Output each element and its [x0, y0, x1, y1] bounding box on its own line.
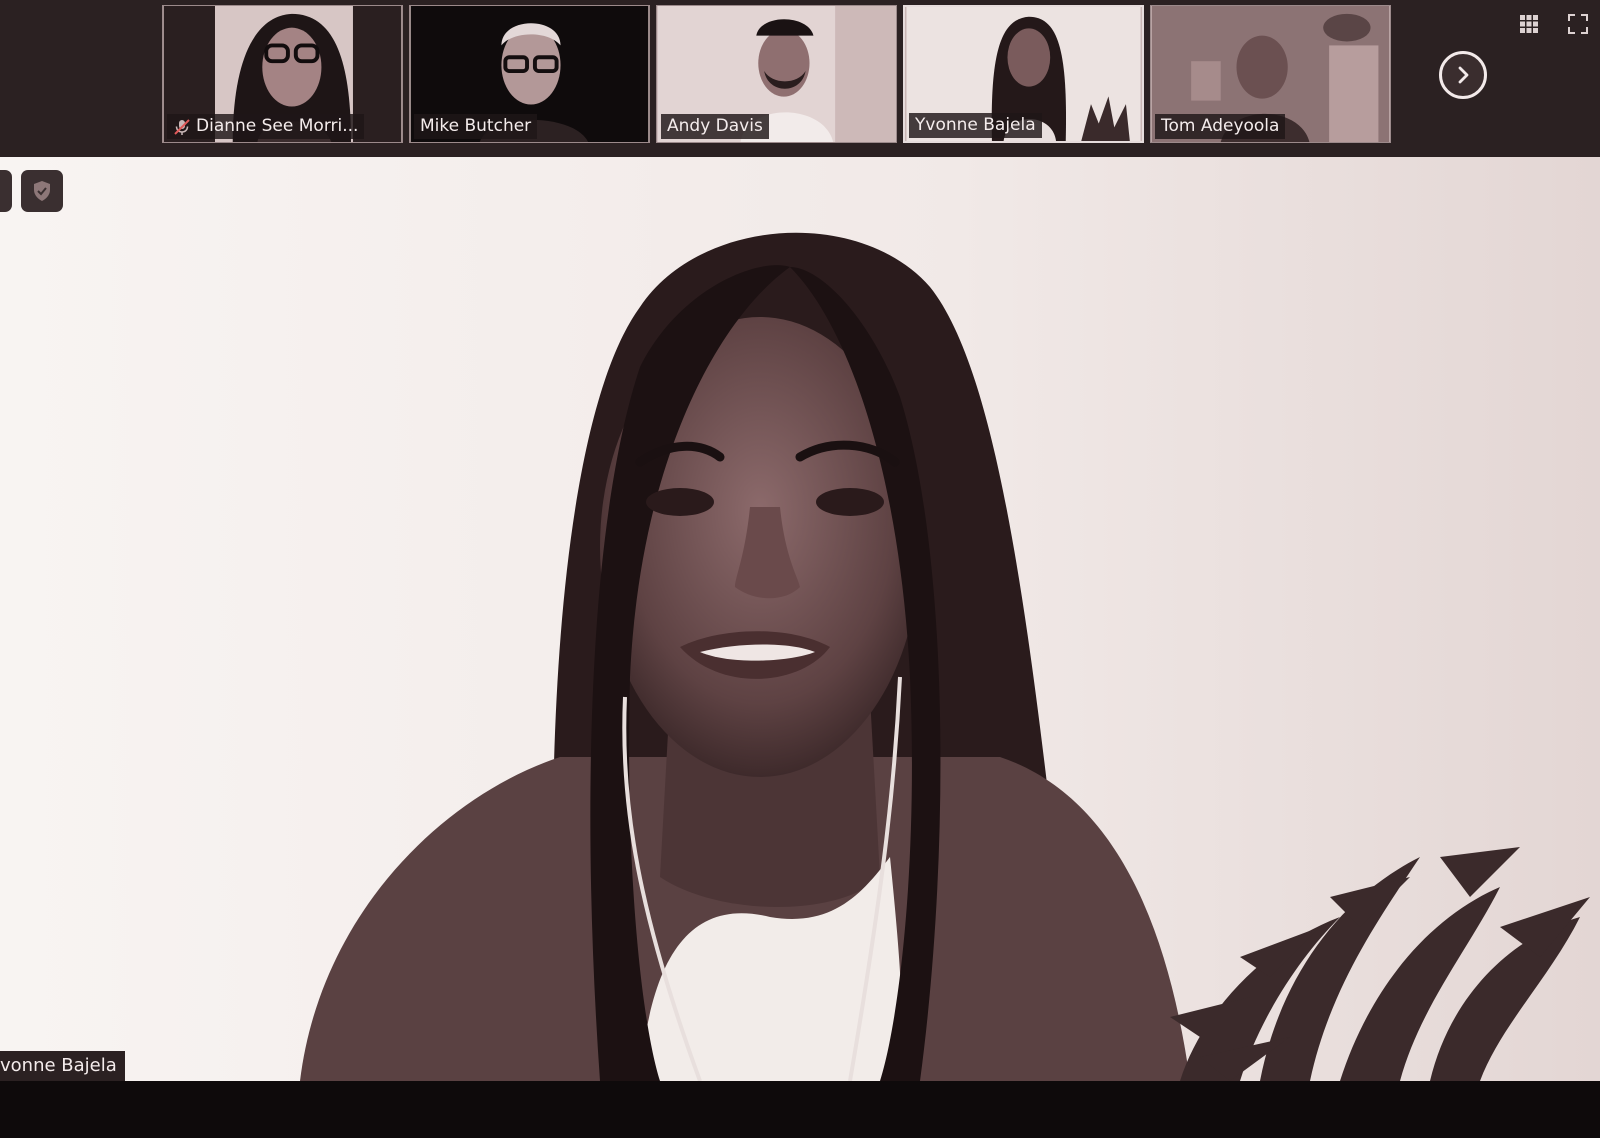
participant-tile-andy[interactable]: Andy Davis [656, 5, 897, 143]
active-speaker-video: vonne Bajela [0, 157, 1600, 1081]
participant-name: Yvonne Bajela [915, 115, 1036, 135]
participant-name: Dianne See Morri... [196, 116, 359, 136]
next-participants-button[interactable] [1439, 51, 1487, 99]
gallery-view-button[interactable] [1518, 13, 1540, 35]
participant-name-tag: Mike Butcher [414, 114, 538, 139]
active-speaker-name-tag: vonne Bajela [0, 1051, 125, 1081]
participant-name-tag: Yvonne Bajela [909, 113, 1042, 138]
participant-name-tag: Andy Davis [661, 114, 769, 139]
participant-name-tag: Dianne See Morri... [167, 114, 365, 139]
participant-tile-mike[interactable]: Mike Butcher [409, 5, 650, 143]
microphone-muted-icon [174, 118, 190, 135]
participant-strip: Dianne See Morri... Mike Butcher Andy Da… [0, 0, 1600, 156]
bottom-toolbar [0, 1081, 1600, 1138]
participant-tile-tom[interactable]: Tom Adeyoola [1150, 5, 1391, 143]
participant-name-tag: Tom Adeyoola [1155, 114, 1286, 139]
shield-icon [34, 181, 50, 201]
speaker-video-frame [0, 157, 1600, 1081]
participant-name: Andy Davis [667, 116, 763, 136]
chevron-right-icon [1458, 66, 1469, 84]
meeting-info-button[interactable] [0, 170, 12, 212]
participant-name: Mike Butcher [420, 116, 532, 136]
fullscreen-icon [1568, 14, 1588, 34]
gallery-grid-icon [1520, 15, 1538, 33]
participant-thumbnails: Dianne See Morri... Mike Butcher Andy Da… [162, 5, 1391, 143]
zoom-meeting-window: Dianne See Morri... Mike Butcher Andy Da… [0, 0, 1600, 1138]
fullscreen-button[interactable] [1567, 13, 1589, 35]
participant-tile-yvonne[interactable]: Yvonne Bajela [903, 5, 1144, 143]
participant-tile-dianne[interactable]: Dianne See Morri... [162, 5, 403, 143]
participant-name: Tom Adeyoola [1161, 116, 1280, 136]
security-button[interactable] [21, 170, 63, 212]
